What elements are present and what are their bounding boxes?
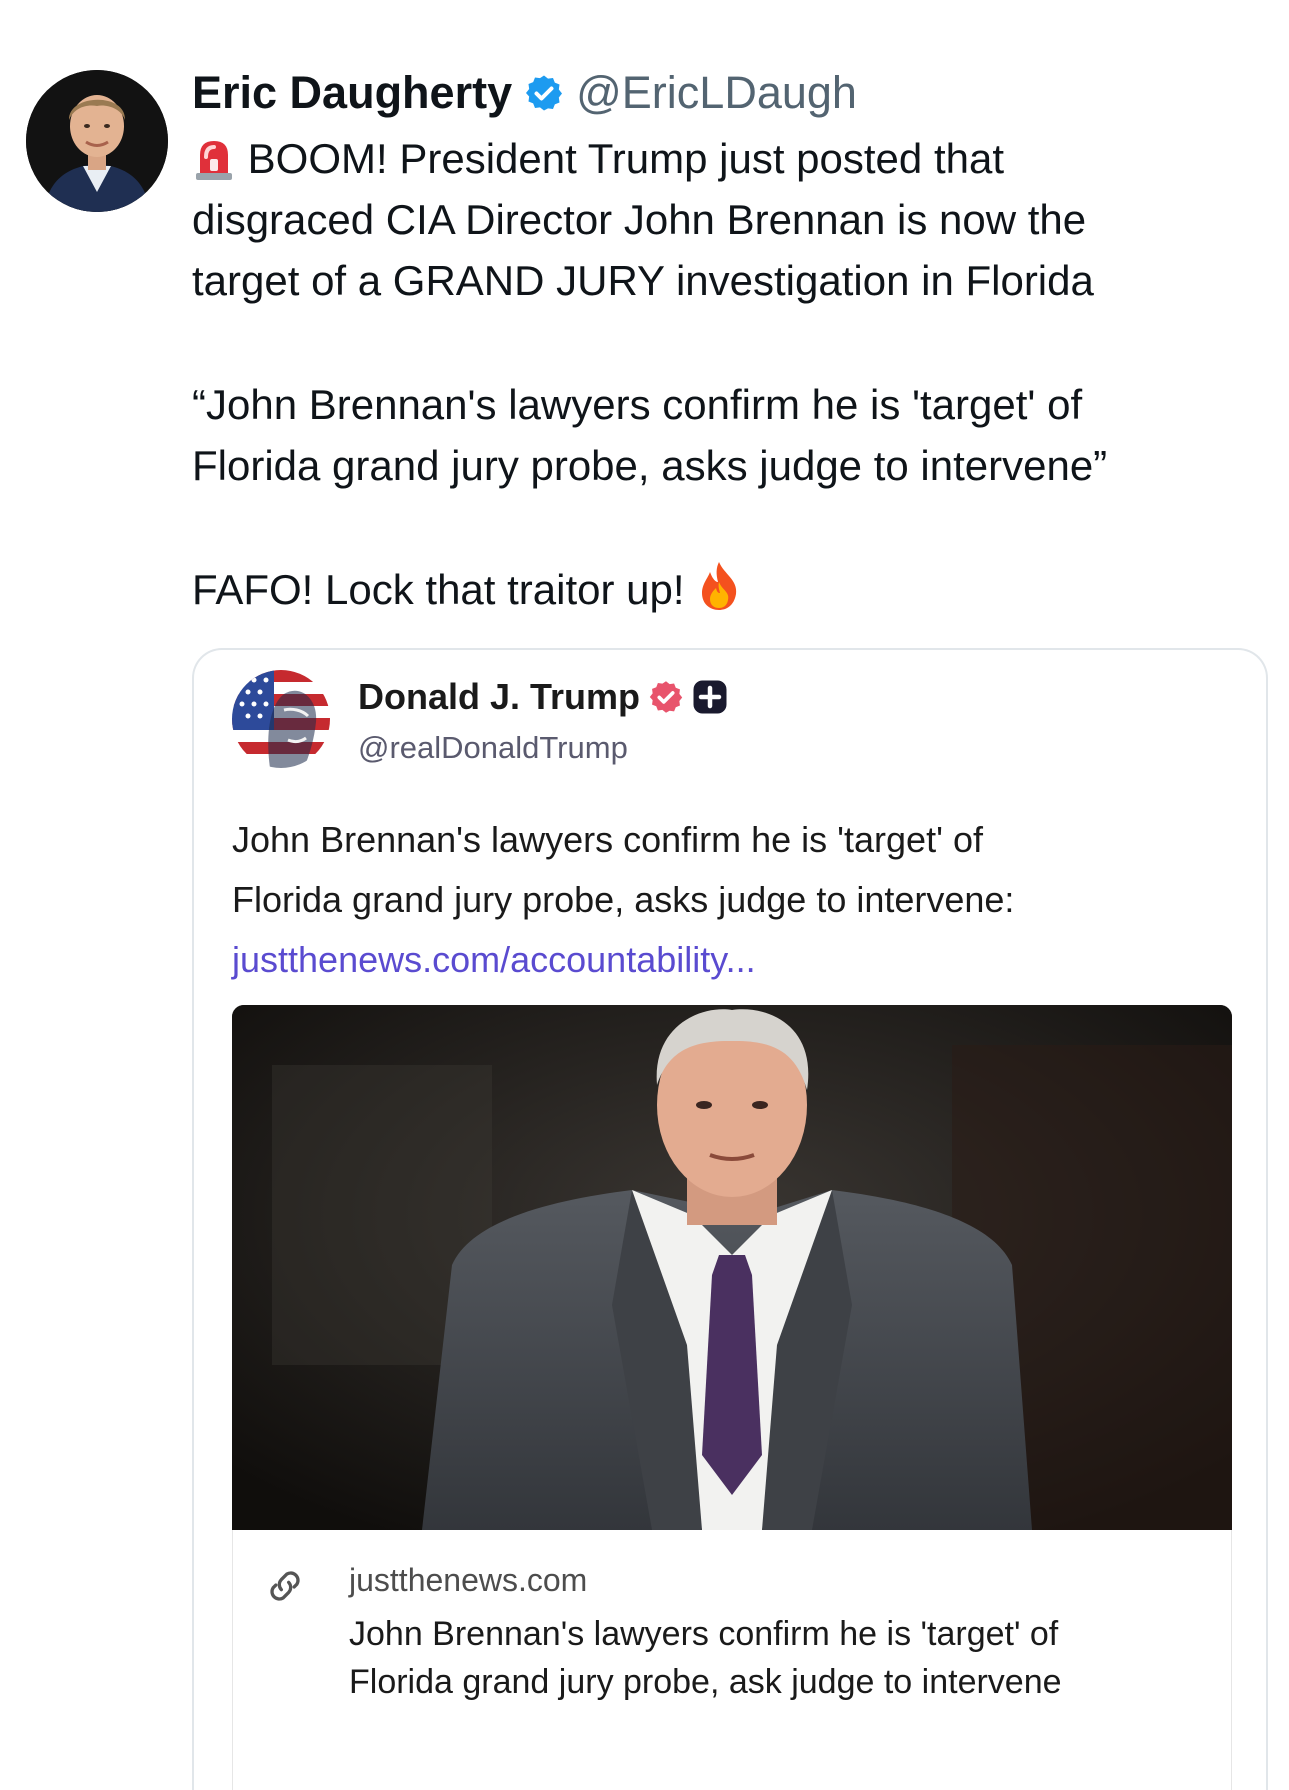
author-avatar[interactable]	[26, 70, 168, 212]
link-domain: justthenews.com	[349, 1562, 588, 1598]
quoted-post-text: John Brennan's lawyers confirm he is 'ta…	[232, 810, 1242, 990]
fire-emoji	[702, 562, 737, 610]
link-icon	[270, 1571, 300, 1601]
photo-of-man-in-suit	[232, 1005, 1232, 1530]
article-image[interactable]	[232, 1005, 1232, 1530]
verified-badge-icon	[526, 75, 563, 111]
tweet-closing-line: FAFO! Lock that traitor up!	[192, 559, 1252, 620]
quoted-post-card[interactable]: Donald J. Trump @realDonaldTrump John Br…	[192, 648, 1268, 1790]
tweet-text: BOOM! President Trump just posted that d…	[192, 128, 1252, 620]
flag-portrait-avatar	[232, 670, 330, 768]
quoted-author-name[interactable]: Donald J. Trump	[358, 676, 640, 718]
police-light-emoji	[196, 141, 232, 180]
quoted-line-1: John Brennan's lawyers confirm he is 'ta…	[232, 819, 983, 860]
quoted-line-2: Florida grand jury probe, asks judge to …	[232, 879, 1015, 920]
tweet-header: Eric Daugherty @EricLDaugh	[192, 64, 857, 122]
tweet-line-3: target of a GRAND JURY investigation in …	[192, 257, 1094, 304]
trump-avatar[interactable]	[232, 670, 330, 768]
link-title-line-1: John Brennan's lawyers confirm he is 'ta…	[349, 1615, 1059, 1653]
link-title: John Brennan's lawyers confirm he is 'ta…	[349, 1610, 1209, 1706]
tweet-line: BOOM! President Trump just posted that	[192, 128, 1252, 189]
link-preview[interactable]: justthenews.com John Brennan's lawyers c…	[232, 1530, 1232, 1790]
tweet-line-2: disgraced CIA Director John Brennan is n…	[192, 196, 1087, 243]
verified-badge-icon	[649, 681, 683, 713]
article-link[interactable]: justthenews.com/accountability...	[232, 930, 1242, 990]
link-title-line-2: Florida grand jury probe, ask judge to i…	[349, 1663, 1062, 1701]
author-handle[interactable]: @EricLDaugh	[576, 67, 857, 119]
author-name[interactable]: Eric Daugherty	[192, 67, 512, 119]
quoted-author-handle[interactable]: @realDonaldTrump	[358, 730, 628, 766]
tweet-quote-line-2: Florida grand jury probe, asks judge to …	[192, 442, 1108, 489]
tweet-line-1: BOOM! President Trump just posted that	[247, 135, 1004, 182]
plus-badge-icon	[693, 680, 727, 714]
author-photo	[26, 70, 168, 212]
tweet-quote-line-1: “John Brennan's lawyers confirm he is 't…	[192, 381, 1083, 428]
quoted-post-header: Donald J. Trump	[358, 676, 728, 718]
tweet-closing-text: FAFO! Lock that traitor up!	[192, 566, 685, 613]
